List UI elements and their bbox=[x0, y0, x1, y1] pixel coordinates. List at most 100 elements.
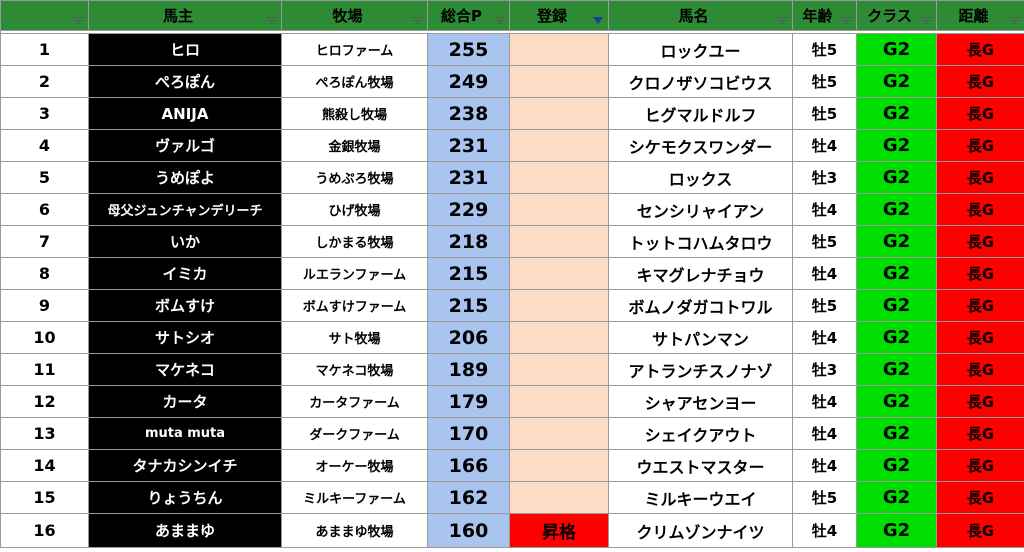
rank-cell[interactable]: 7 bbox=[0, 225, 89, 258]
points-cell[interactable]: 179 bbox=[427, 385, 510, 418]
owner-cell[interactable]: りょうちん bbox=[88, 481, 282, 514]
owner-cell[interactable]: タナカシンイチ bbox=[88, 449, 282, 482]
rank-cell[interactable]: 9 bbox=[0, 289, 89, 322]
rank-cell[interactable]: 14 bbox=[0, 449, 89, 482]
filter-dropdown-icon[interactable] bbox=[920, 14, 933, 26]
class-cell[interactable]: G2 bbox=[856, 129, 937, 162]
registration-cell[interactable] bbox=[509, 225, 609, 258]
class-cell[interactable]: G2 bbox=[856, 97, 937, 130]
registration-cell[interactable] bbox=[509, 161, 609, 194]
horse-name-cell[interactable]: ヒグマルドルフ bbox=[608, 97, 793, 130]
rank-cell[interactable]: 12 bbox=[0, 385, 89, 418]
farm-cell[interactable]: カータファーム bbox=[281, 385, 428, 418]
age-cell[interactable]: 牡5 bbox=[792, 225, 857, 258]
filter-dropdown-icon[interactable] bbox=[776, 14, 789, 26]
distance-cell[interactable]: 長G bbox=[936, 481, 1024, 514]
registration-cell[interactable] bbox=[509, 33, 609, 66]
farm-cell[interactable]: ヒロファーム bbox=[281, 33, 428, 66]
distance-cell[interactable]: 長G bbox=[936, 513, 1024, 548]
distance-cell[interactable]: 長G bbox=[936, 289, 1024, 322]
class-cell[interactable]: G2 bbox=[856, 321, 937, 354]
horse-name-cell[interactable]: ボムノダガコトワル bbox=[608, 289, 793, 322]
rank-cell[interactable]: 8 bbox=[0, 257, 89, 290]
farm-cell[interactable]: ボムすけファーム bbox=[281, 289, 428, 322]
points-cell[interactable]: 238 bbox=[427, 97, 510, 130]
registration-cell[interactable] bbox=[509, 193, 609, 226]
points-cell[interactable]: 218 bbox=[427, 225, 510, 258]
rank-cell[interactable]: 16 bbox=[0, 513, 89, 548]
class-cell[interactable]: G2 bbox=[856, 33, 937, 66]
filter-dropdown-icon[interactable] bbox=[411, 14, 424, 26]
owner-cell[interactable]: うめぽよ bbox=[88, 161, 282, 194]
class-cell[interactable]: G2 bbox=[856, 289, 937, 322]
horse-name-cell[interactable]: ミルキーウエイ bbox=[608, 481, 793, 514]
horse-name-cell[interactable]: サトパンマン bbox=[608, 321, 793, 354]
age-cell[interactable]: 牡5 bbox=[792, 97, 857, 130]
owner-cell[interactable]: ぺろぽん bbox=[88, 65, 282, 98]
class-cell[interactable]: G2 bbox=[856, 449, 937, 482]
header-registration[interactable]: 登録 bbox=[509, 0, 609, 31]
points-cell[interactable]: 215 bbox=[427, 257, 510, 290]
rank-cell[interactable]: 6 bbox=[0, 193, 89, 226]
rank-cell[interactable]: 1 bbox=[0, 33, 89, 66]
class-cell[interactable]: G2 bbox=[856, 65, 937, 98]
class-cell[interactable]: G2 bbox=[856, 193, 937, 226]
horse-name-cell[interactable]: ロックユー bbox=[608, 33, 793, 66]
registration-cell[interactable] bbox=[509, 321, 609, 354]
farm-cell[interactable]: ひげ牧場 bbox=[281, 193, 428, 226]
rank-cell[interactable]: 4 bbox=[0, 129, 89, 162]
header-distance[interactable]: 距離 bbox=[936, 0, 1024, 31]
age-cell[interactable]: 牡4 bbox=[792, 513, 857, 548]
points-cell[interactable]: 255 bbox=[427, 33, 510, 66]
registration-cell[interactable] bbox=[509, 353, 609, 386]
points-cell[interactable]: 189 bbox=[427, 353, 510, 386]
owner-cell[interactable]: マケネコ bbox=[88, 353, 282, 386]
class-cell[interactable]: G2 bbox=[856, 161, 937, 194]
registration-cell[interactable] bbox=[509, 417, 609, 450]
header-farm[interactable]: 牧場 bbox=[281, 0, 428, 31]
horse-name-cell[interactable]: シャアセンヨー bbox=[608, 385, 793, 418]
owner-cell[interactable]: あままゆ bbox=[88, 513, 282, 548]
registration-cell[interactable] bbox=[509, 449, 609, 482]
owner-cell[interactable]: ヴァルゴ bbox=[88, 129, 282, 162]
rank-cell[interactable]: 15 bbox=[0, 481, 89, 514]
horse-name-cell[interactable]: シェイクアウト bbox=[608, 417, 793, 450]
class-cell[interactable]: G2 bbox=[856, 513, 937, 548]
distance-cell[interactable]: 長G bbox=[936, 225, 1024, 258]
filter-dropdown-icon[interactable] bbox=[840, 14, 853, 26]
owner-cell[interactable]: ANIJA bbox=[88, 97, 282, 130]
header-rank[interactable] bbox=[0, 0, 89, 31]
distance-cell[interactable]: 長G bbox=[936, 65, 1024, 98]
age-cell[interactable]: 牡5 bbox=[792, 481, 857, 514]
distance-cell[interactable]: 長G bbox=[936, 33, 1024, 66]
class-cell[interactable]: G2 bbox=[856, 417, 937, 450]
owner-cell[interactable]: いか bbox=[88, 225, 282, 258]
rank-cell[interactable]: 13 bbox=[0, 417, 89, 450]
owner-cell[interactable]: カータ bbox=[88, 385, 282, 418]
header-points[interactable]: 総合P bbox=[427, 0, 510, 31]
age-cell[interactable]: 牡4 bbox=[792, 385, 857, 418]
class-cell[interactable]: G2 bbox=[856, 225, 937, 258]
points-cell[interactable]: 170 bbox=[427, 417, 510, 450]
farm-cell[interactable]: うめぷろ牧場 bbox=[281, 161, 428, 194]
class-cell[interactable]: G2 bbox=[856, 257, 937, 290]
filter-dropdown-icon[interactable] bbox=[1008, 14, 1021, 26]
horse-name-cell[interactable]: クロノザソコビウス bbox=[608, 65, 793, 98]
filter-dropdown-icon[interactable] bbox=[72, 14, 85, 26]
points-cell[interactable]: 215 bbox=[427, 289, 510, 322]
farm-cell[interactable]: オーケー牧場 bbox=[281, 449, 428, 482]
rank-cell[interactable]: 2 bbox=[0, 65, 89, 98]
distance-cell[interactable]: 長G bbox=[936, 385, 1024, 418]
horse-name-cell[interactable]: キマグレナチョウ bbox=[608, 257, 793, 290]
points-cell[interactable]: 166 bbox=[427, 449, 510, 482]
farm-cell[interactable]: あままゆ牧場 bbox=[281, 513, 428, 548]
registration-cell[interactable]: 昇格 bbox=[509, 513, 609, 548]
header-age[interactable]: 年齢 bbox=[792, 0, 857, 31]
owner-cell[interactable]: サトシオ bbox=[88, 321, 282, 354]
age-cell[interactable]: 牡5 bbox=[792, 65, 857, 98]
rank-cell[interactable]: 5 bbox=[0, 161, 89, 194]
horse-name-cell[interactable]: シケモクスワンダー bbox=[608, 129, 793, 162]
age-cell[interactable]: 牡4 bbox=[792, 449, 857, 482]
owner-cell[interactable]: muta muta bbox=[88, 417, 282, 450]
horse-name-cell[interactable]: トットコハムタロウ bbox=[608, 225, 793, 258]
